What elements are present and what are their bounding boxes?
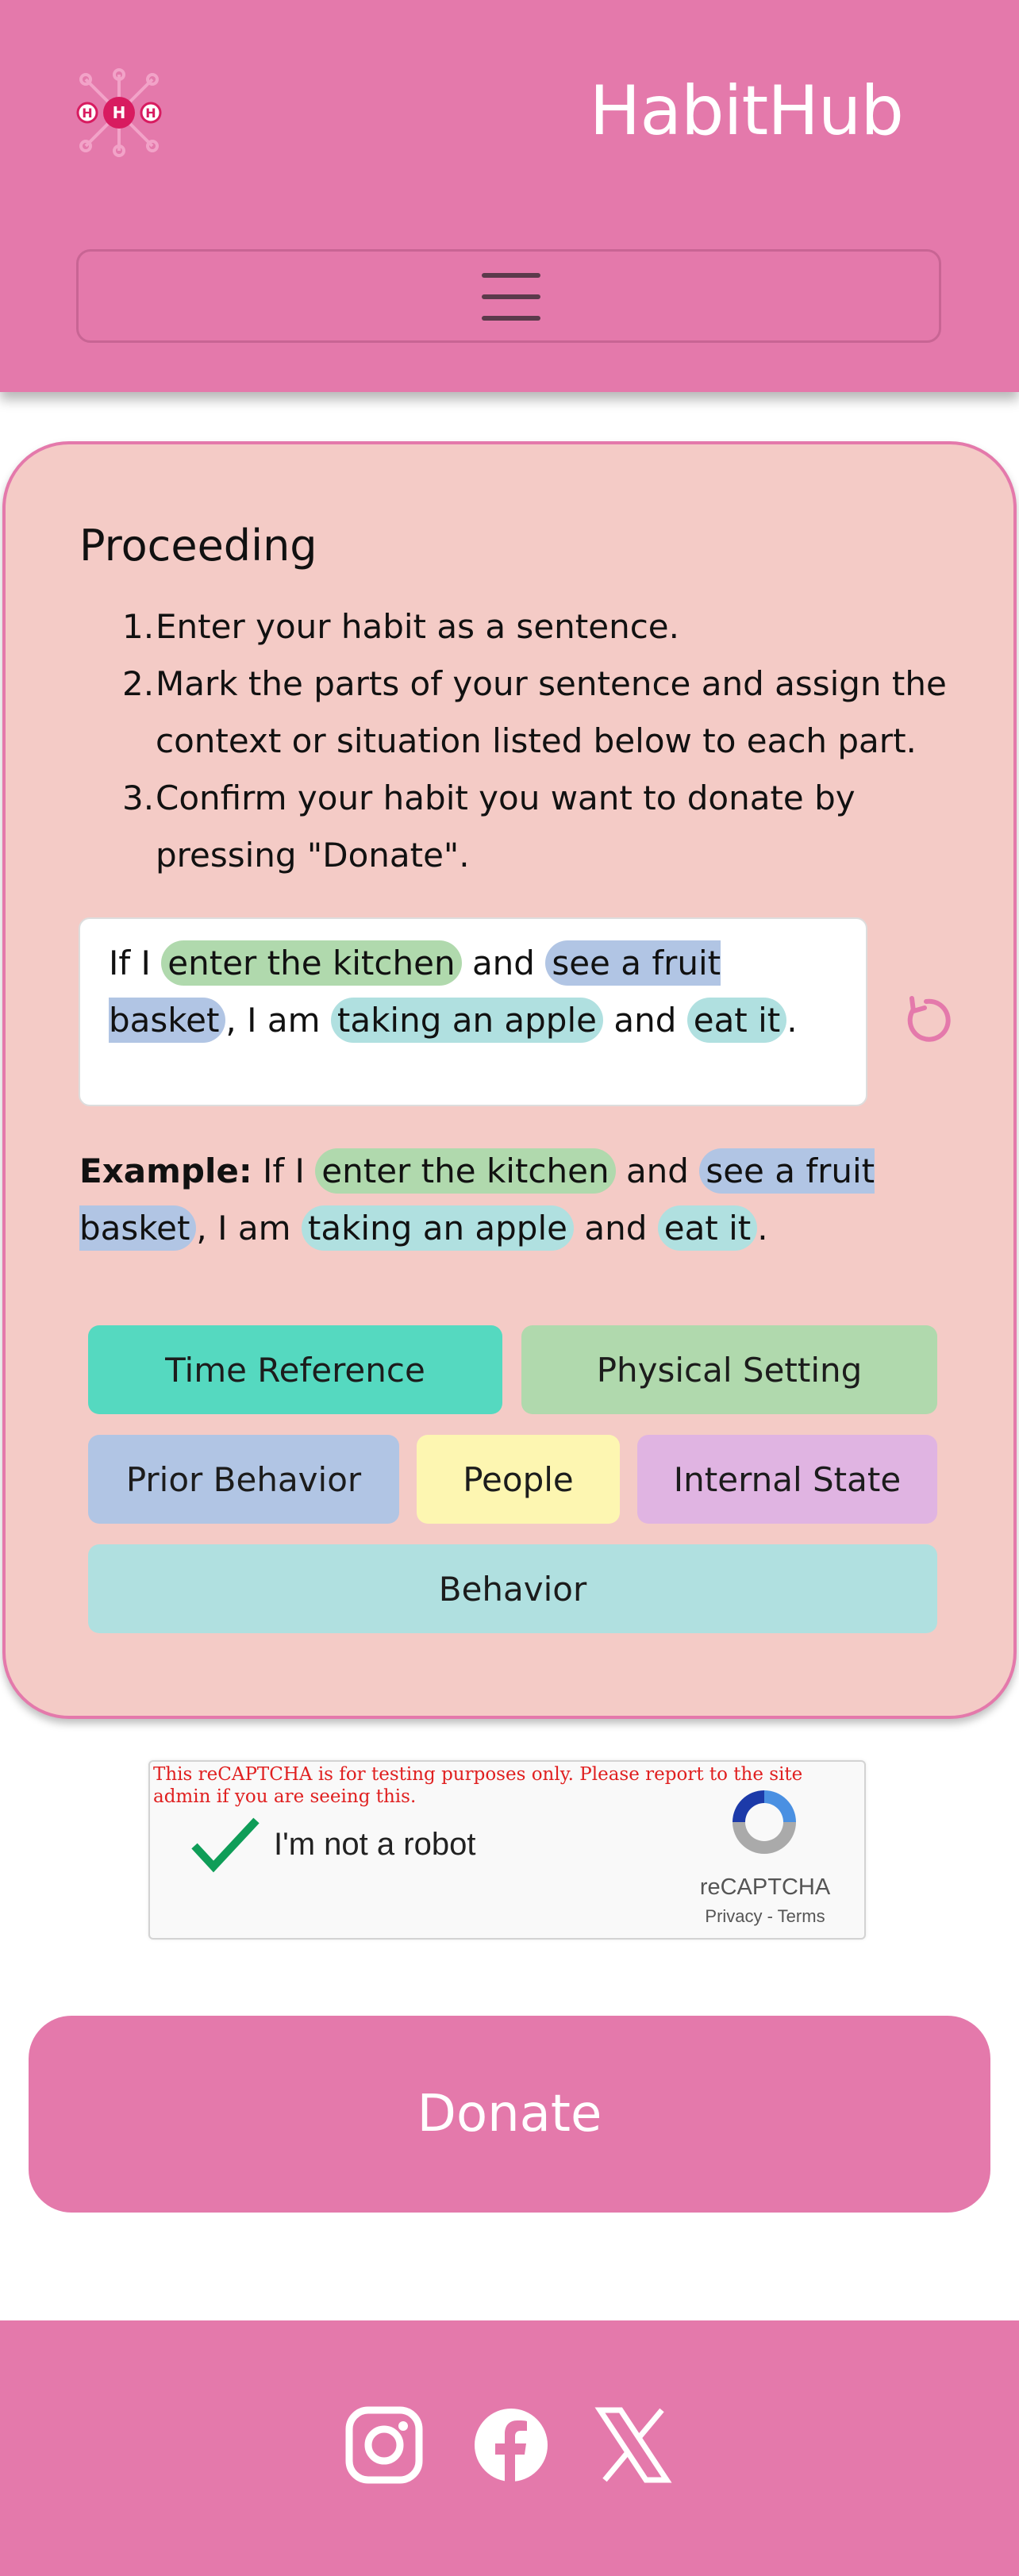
example-text-part: If I — [263, 1152, 305, 1190]
step-number: 1. — [122, 607, 155, 646]
header: H H H HabitHub — [0, 0, 1019, 392]
recaptcha-brand: reCAPTCHA — [699, 1874, 831, 1900]
example-label: Example: — [79, 1152, 252, 1190]
category-time-reference-button[interactable]: Time Reference — [88, 1325, 502, 1414]
step-number: 2. — [122, 664, 155, 703]
step-item: 2. Mark the parts of your sentence and as… — [79, 656, 960, 770]
recaptcha-logo-icon — [733, 1790, 796, 1854]
section-title: Proceeding — [79, 521, 317, 571]
step-text: Enter your habit as a sentence. — [156, 607, 679, 646]
category-prior-behavior-button[interactable]: Prior Behavior — [88, 1435, 399, 1524]
sentence-chip-physical-setting[interactable]: enter the kitchen — [161, 940, 462, 986]
steps-list: 1. Enter your habit as a sentence. 2. Mark… — [79, 598, 960, 884]
category-internal-state-button[interactable]: Internal State — [637, 1435, 937, 1524]
facebook-icon[interactable] — [471, 2401, 551, 2489]
habit-sentence-input[interactable]: If I enter the kitchen and see a fruit b… — [79, 917, 867, 1106]
sentence-text: and — [471, 944, 535, 982]
example-text-part: , I am — [196, 1209, 291, 1248]
donate-button[interactable]: Donate — [29, 2016, 990, 2213]
category-people-button[interactable]: People — [417, 1435, 620, 1524]
example-chip-behavior: eat it — [657, 1205, 758, 1251]
hamburger-icon — [482, 273, 540, 321]
step-text: Mark the parts of your sentence and assi… — [156, 664, 947, 760]
step-item: 3. Confirm your habit you want to donate … — [79, 770, 960, 884]
example-text-part: and — [625, 1152, 689, 1190]
sentence-text: and — [613, 1001, 677, 1040]
step-number: 3. — [122, 779, 155, 817]
recaptcha-widget: This reCAPTCHA is for testing purposes o… — [148, 1760, 866, 1940]
checkmark-icon[interactable] — [190, 1814, 261, 1874]
recaptcha-links[interactable]: Privacy - Terms — [674, 1906, 856, 1927]
step-text: Confirm your habit you want to donate by… — [156, 779, 856, 875]
example-chip-physical-setting: enter the kitchen — [315, 1148, 616, 1194]
recaptcha-label[interactable]: I'm not a robot — [274, 1827, 475, 1863]
example-text-part: . — [757, 1209, 768, 1248]
logo-letter-right: H — [145, 106, 156, 121]
sentence-chip-behavior[interactable]: taking an apple — [330, 998, 603, 1043]
example-text-part: and — [584, 1209, 648, 1248]
x-icon[interactable] — [594, 2401, 673, 2489]
logo-letter-center: H — [113, 103, 126, 122]
habithub-logo[interactable]: H H H — [71, 68, 167, 157]
footer — [0, 2320, 1019, 2576]
example-text: Example: If I enter the kitchen and see … — [79, 1143, 968, 1257]
brand-title[interactable]: HabitHub — [590, 71, 904, 151]
instagram-icon[interactable] — [344, 2401, 424, 2489]
sentence-text: , I am — [225, 1001, 321, 1040]
reset-icon[interactable] — [898, 992, 955, 1049]
category-physical-setting-button[interactable]: Physical Setting — [521, 1325, 937, 1414]
example-chip-behavior: taking an apple — [301, 1205, 574, 1251]
sentence-chip-behavior[interactable]: eat it — [686, 998, 787, 1043]
menu-toggle-button[interactable] — [76, 249, 941, 343]
sentence-text: If I — [109, 944, 151, 982]
step-item: 1. Enter your habit as a sentence. — [79, 598, 960, 656]
category-behavior-button[interactable]: Behavior — [88, 1544, 937, 1633]
logo-letter-left: H — [82, 106, 92, 121]
habit-card: Proceeding 1. Enter your habit as a sente… — [2, 441, 1017, 1719]
sentence-text: . — [786, 1001, 798, 1040]
